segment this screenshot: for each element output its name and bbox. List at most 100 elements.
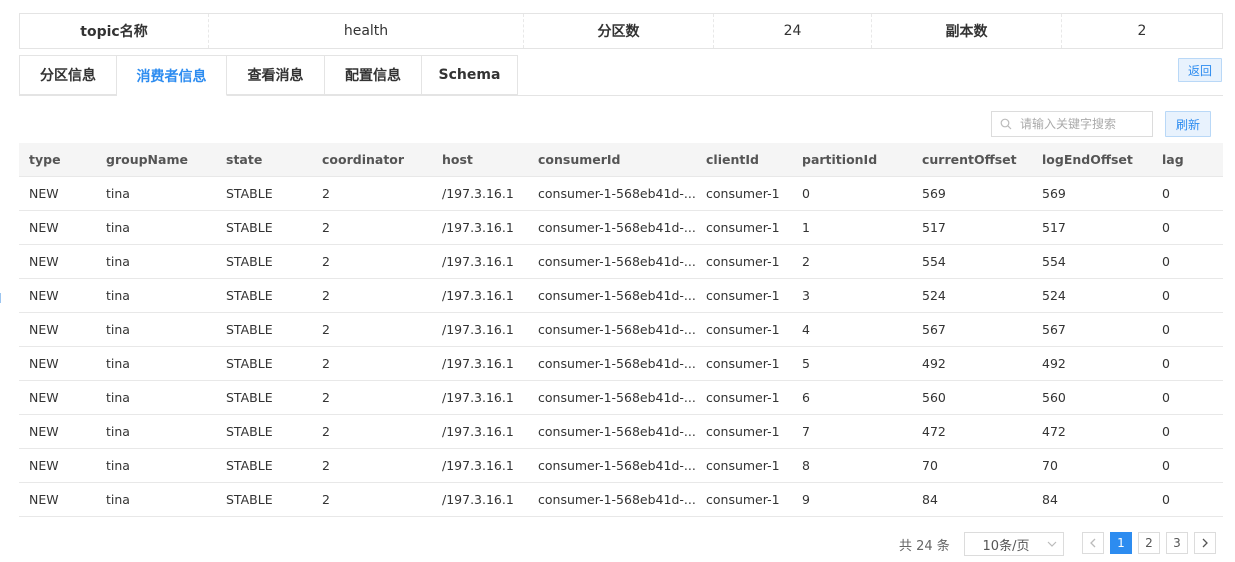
table-cell-consumerId: consumer-1-568eb41d-... — [538, 254, 696, 269]
search-box — [991, 111, 1153, 137]
table-row: NEW tina STABLE 2/197.3.16.1 consumer-1-568e… — [19, 313, 1223, 347]
table-row: NEW tina STABLE 2/197.3.16.1 consumer-1-568e… — [19, 279, 1223, 313]
replica-count-label: 副本数 — [872, 14, 1062, 48]
table-cell-groupName: tina — [106, 322, 130, 337]
column-header: lag — [1162, 152, 1184, 167]
tab-bar: 分区信息 消费者信息 查看消息 配置信息 Schema — [19, 55, 518, 96]
table-cell-clientId: consumer-1 — [706, 322, 780, 337]
edge-marker — [0, 293, 1, 303]
table-cell-currentOffset: 517 — [922, 220, 946, 235]
table-cell-coordinator: 2 — [322, 322, 330, 337]
chevron-right-icon — [1202, 538, 1208, 548]
tab-schema[interactable]: Schema — [422, 55, 518, 95]
table-cell-currentOffset: 70 — [922, 458, 938, 473]
table-cell-logEndOffset: 567 — [1042, 322, 1066, 337]
table-cell-clientId: consumer-1 — [706, 390, 780, 405]
table-row: NEW tina STABLE 2/197.3.16.1 consumer-1-568e… — [19, 483, 1223, 517]
table-cell-logEndOffset: 517 — [1042, 220, 1066, 235]
table-cell-consumerId: consumer-1-568eb41d-... — [538, 390, 696, 405]
table-cell-lag: 0 — [1162, 254, 1170, 269]
table-cell-consumerId: consumer-1-568eb41d-... — [538, 424, 696, 439]
table-cell-host: /197.3.16.1 — [442, 220, 514, 235]
search-icon — [992, 118, 1020, 130]
table-cell-state: STABLE — [226, 458, 273, 473]
column-header: host — [442, 152, 473, 167]
tab-view-messages[interactable]: 查看消息 — [227, 55, 325, 95]
column-header: groupName — [106, 152, 188, 167]
table-cell-logEndOffset: 569 — [1042, 186, 1066, 201]
table-cell-type: NEW — [29, 492, 59, 507]
table-cell-type: NEW — [29, 322, 59, 337]
refresh-button[interactable]: 刷新 — [1165, 111, 1211, 137]
tab-consumer-info[interactable]: 消费者信息 — [117, 55, 227, 96]
table-cell-clientId: consumer-1 — [706, 186, 780, 201]
tab-partition-info[interactable]: 分区信息 — [19, 55, 117, 95]
page-1-button[interactable]: 1 — [1110, 532, 1132, 554]
table-cell-partitionId: 4 — [802, 322, 810, 337]
table-cell-partitionId: 5 — [802, 356, 810, 371]
table-cell-groupName: tina — [106, 492, 130, 507]
table-cell-clientId: consumer-1 — [706, 254, 780, 269]
table-body: NEW tina STABLE 2/197.3.16.1 consumer-1-568e… — [19, 177, 1223, 517]
table-cell-clientId: consumer-1 — [706, 356, 780, 371]
table-cell-logEndOffset: 472 — [1042, 424, 1066, 439]
table-cell-state: STABLE — [226, 390, 273, 405]
page-size-select[interactable]: 10条/页 — [964, 532, 1064, 556]
table-cell-consumerId: consumer-1-568eb41d-... — [538, 220, 696, 235]
table-cell-type: NEW — [29, 390, 59, 405]
table-cell-coordinator: 2 — [322, 186, 330, 201]
table-cell-logEndOffset: 492 — [1042, 356, 1066, 371]
table-cell-state: STABLE — [226, 220, 273, 235]
table-cell-consumerId: consumer-1-568eb41d-... — [538, 288, 696, 303]
page-2-button[interactable]: 2 — [1138, 532, 1160, 554]
table-cell-partitionId: 8 — [802, 458, 810, 473]
column-header: clientId — [706, 152, 759, 167]
table-cell-groupName: tina — [106, 390, 130, 405]
table-cell-lag: 0 — [1162, 186, 1170, 201]
table-cell-lag: 0 — [1162, 288, 1170, 303]
search-input[interactable] — [1020, 117, 1145, 131]
table-cell-host: /197.3.16.1 — [442, 424, 514, 439]
table-row: NEW tina STABLE 2/197.3.16.1 consumer-1-568e… — [19, 415, 1223, 449]
column-header: logEndOffset — [1042, 152, 1133, 167]
table-cell-lag: 0 — [1162, 322, 1170, 337]
table-cell-coordinator: 2 — [322, 458, 330, 473]
table-cell-state: STABLE — [226, 492, 273, 507]
table-cell-currentOffset: 569 — [922, 186, 946, 201]
table-cell-coordinator: 2 — [322, 390, 330, 405]
table-cell-clientId: consumer-1 — [706, 220, 780, 235]
table-cell-clientId: consumer-1 — [706, 288, 780, 303]
table-cell-partitionId: 2 — [802, 254, 810, 269]
table-cell-type: NEW — [29, 254, 59, 269]
column-header: coordinator — [322, 152, 405, 167]
table-cell-currentOffset: 554 — [922, 254, 946, 269]
table-cell-groupName: tina — [106, 220, 130, 235]
tab-config-info[interactable]: 配置信息 — [325, 55, 422, 95]
next-page-button[interactable] — [1194, 532, 1216, 554]
table-cell-host: /197.3.16.1 — [442, 186, 514, 201]
chevron-left-icon — [1090, 538, 1096, 548]
column-header: currentOffset — [922, 152, 1017, 167]
table-cell-clientId: consumer-1 — [706, 458, 780, 473]
page-3-button[interactable]: 3 — [1166, 532, 1188, 554]
replica-count-value: 2 — [1137, 23, 1147, 39]
table-cell-coordinator: 2 — [322, 492, 330, 507]
back-button[interactable]: 返回 — [1178, 58, 1222, 82]
partition-count-label: 分区数 — [524, 14, 714, 48]
page-size-value: 10条/页 — [982, 538, 1030, 554]
table-cell-lag: 0 — [1162, 356, 1170, 371]
table-cell-clientId: consumer-1 — [706, 492, 780, 507]
table-cell-state: STABLE — [226, 288, 273, 303]
table-cell-type: NEW — [29, 288, 59, 303]
table-cell-type: NEW — [29, 356, 59, 371]
table-cell-groupName: tina — [106, 254, 130, 269]
table-cell-host: /197.3.16.1 — [442, 254, 514, 269]
topic-info-bar: topic名称 health 分区数 24 副本数 2 — [19, 13, 1223, 49]
table-cell-groupName: tina — [106, 186, 130, 201]
table-row: NEW tina STABLE 2/197.3.16.1 consumer-1-568e… — [19, 245, 1223, 279]
prev-page-button[interactable] — [1082, 532, 1104, 554]
table-cell-currentOffset: 472 — [922, 424, 946, 439]
table-cell-lag: 0 — [1162, 424, 1170, 439]
table-cell-host: /197.3.16.1 — [442, 492, 514, 507]
table-cell-partitionId: 9 — [802, 492, 810, 507]
